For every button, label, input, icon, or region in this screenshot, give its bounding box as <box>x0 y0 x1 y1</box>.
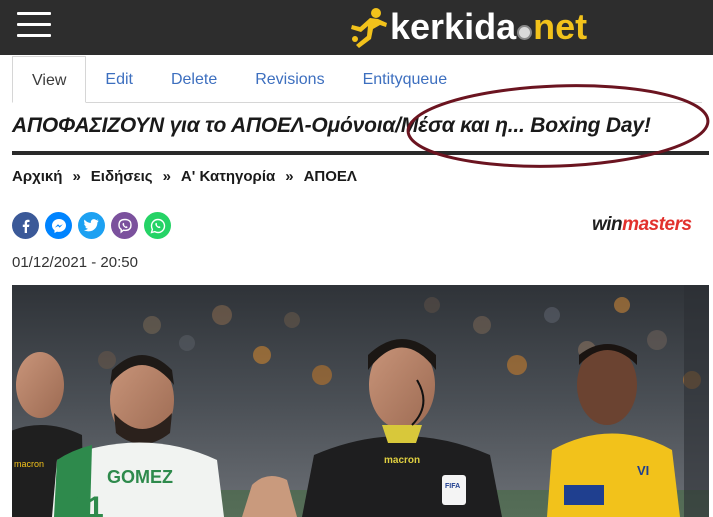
photo-jersey-name: GOMEZ <box>107 467 173 487</box>
share-bar <box>12 212 177 239</box>
logo-wordmark: kerkida net <box>390 5 587 49</box>
breadcrumb-team[interactable]: ΑΠΟΕΛ <box>304 168 357 185</box>
hamburger-menu-icon[interactable] <box>17 12 51 40</box>
admin-tabs: View Edit Delete Revisions Entityqueue <box>12 56 702 103</box>
tab-view[interactable]: View <box>12 56 87 103</box>
photo-brand-left: macron <box>14 459 44 469</box>
tab-revisions[interactable]: Revisions <box>236 56 343 103</box>
headline-divider <box>12 151 709 155</box>
photo-jersey-number: 11 <box>72 491 104 517</box>
photo-referee-brand: macron <box>384 455 420 466</box>
breadcrumb: Αρχική » Ειδήσεις » Α' Κατηγορία » ΑΠΟΕΛ <box>12 168 357 185</box>
photo-fifa-badge: FIFA <box>445 483 460 490</box>
tab-delete[interactable]: Delete <box>152 56 236 103</box>
article-headline: ΑΠΟΦΑΣΙΖΟΥΝ για το ΑΠΟΕΛ-Ομόνοια/Μέσα κα… <box>12 114 651 137</box>
breadcrumb-separator-icon: » <box>285 168 294 185</box>
svg-text:VI: VI <box>637 463 649 478</box>
article-date: 01/12/2021 - 20:50 <box>12 254 138 271</box>
whatsapp-icon[interactable] <box>144 212 171 239</box>
messenger-icon[interactable] <box>45 212 72 239</box>
sponsor-text-part1: win <box>592 214 623 235</box>
article-hero-image: macron GOMEZ 11 macron FIFA VI <box>12 285 709 517</box>
sponsor-logo[interactable]: winmasters <box>592 214 692 236</box>
viber-icon[interactable] <box>111 212 138 239</box>
logo-text-tld: net <box>533 6 588 47</box>
logo-player-icon <box>351 8 387 48</box>
breadcrumb-news[interactable]: Ειδήσεις <box>91 168 153 185</box>
facebook-icon[interactable] <box>12 212 39 239</box>
sponsor-text-part2: masters <box>622 214 692 235</box>
breadcrumb-separator-icon: » <box>72 168 81 185</box>
tab-edit[interactable]: Edit <box>86 56 152 103</box>
logo-ball-icon <box>517 25 533 40</box>
site-header: kerkida net <box>0 0 713 55</box>
tab-entityqueue[interactable]: Entityqueue <box>344 56 467 103</box>
site-logo[interactable]: kerkida net <box>346 4 587 50</box>
breadcrumb-category[interactable]: Α' Κατηγορία <box>181 168 275 185</box>
breadcrumb-separator-icon: » <box>162 168 171 185</box>
twitter-icon[interactable] <box>78 212 105 239</box>
logo-text-main: kerkida <box>390 6 517 47</box>
breadcrumb-home[interactable]: Αρχική <box>12 168 62 185</box>
